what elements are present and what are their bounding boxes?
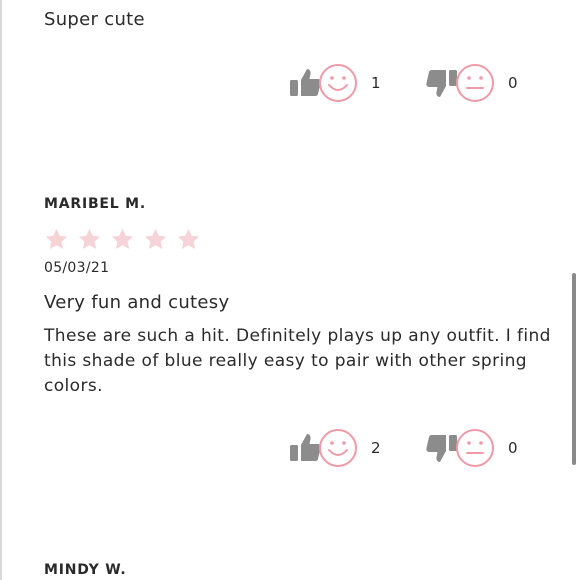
helpful-count: 2 <box>371 439 381 457</box>
review-title: Super cute <box>44 9 145 30</box>
star-icon <box>176 227 201 252</box>
helpful-count: 1 <box>371 74 381 92</box>
thumbs-up-icon <box>288 66 322 100</box>
unhelpful-vote-button[interactable]: 0 <box>425 427 518 469</box>
reviewer-name: MINDY W. <box>44 562 127 578</box>
star-icon <box>44 227 69 252</box>
review-body: These are such a hit. Definitely plays u… <box>44 326 551 396</box>
helpful-vote-button[interactable]: 2 <box>288 427 381 469</box>
unhelpful-count: 0 <box>508 74 518 92</box>
unhelpful-count: 0 <box>508 439 518 457</box>
star-icon <box>77 227 102 252</box>
reviews-page: Super cute 1 0 MARIBEL M. 05/03/21 Very … <box>0 0 580 580</box>
smile-face-icon <box>318 428 358 468</box>
star-rating <box>44 227 201 252</box>
thumbs-down-icon <box>425 66 459 100</box>
star-icon <box>110 227 135 252</box>
review-vote-row: 2 0 <box>288 427 538 469</box>
smile-face-icon <box>318 63 358 103</box>
thumbs-up-icon <box>288 431 322 465</box>
left-border-divider <box>0 0 2 580</box>
unhelpful-vote-button[interactable]: 0 <box>425 62 518 104</box>
star-icon <box>143 227 168 252</box>
neutral-face-icon <box>455 428 495 468</box>
reviewer-name: MARIBEL M. <box>44 196 147 212</box>
review-vote-row: 1 0 <box>288 62 538 104</box>
neutral-face-icon <box>455 63 495 103</box>
review-title: Very fun and cutesy <box>44 292 230 313</box>
review-date: 05/03/21 <box>44 260 110 276</box>
helpful-vote-button[interactable]: 1 <box>288 62 381 104</box>
scrollbar-thumb[interactable] <box>572 273 576 465</box>
thumbs-down-icon <box>425 431 459 465</box>
